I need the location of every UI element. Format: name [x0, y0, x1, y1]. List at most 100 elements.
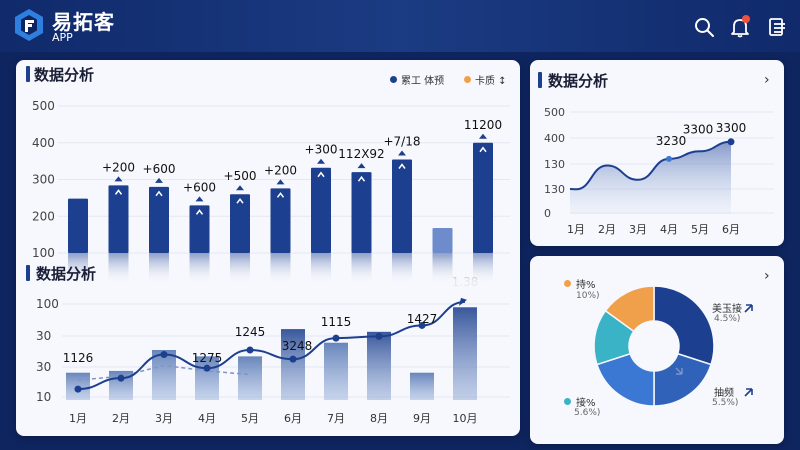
bar — [230, 194, 250, 253]
app-subtitle: APP — [52, 31, 73, 44]
data-point-label: 1245 — [235, 325, 266, 339]
bar — [453, 307, 477, 400]
bar — [189, 205, 210, 253]
bar — [473, 142, 493, 253]
data-point-label: 1427 — [407, 312, 438, 326]
line-point — [727, 138, 735, 146]
arrow-up-icon — [195, 196, 204, 202]
pie-label-value: 5.6%) — [574, 408, 601, 418]
pie-label-value: 5.5%) — [712, 398, 739, 408]
x-axis-label: 4月 — [198, 412, 216, 425]
bar-value-label: +600 — [143, 162, 176, 176]
line-point — [666, 155, 672, 162]
line-point — [375, 332, 383, 340]
x-axis-label: 4月 — [660, 223, 678, 236]
x-axis-label: 9月 — [413, 412, 431, 425]
bar — [392, 159, 412, 253]
bar-value-label: +200 — [264, 163, 297, 177]
x-axis-label: 10月 — [453, 412, 478, 425]
x-axis-label: 1月 — [69, 412, 87, 425]
arrow-up-right-icon — [744, 388, 753, 397]
bar — [311, 167, 331, 253]
bar-value-label: +200 — [102, 160, 135, 174]
search-icon[interactable] — [693, 16, 715, 38]
bar-value-label: +600 — [183, 180, 216, 194]
data-point-label: 3230 — [656, 134, 687, 148]
y-tick-label: 200 — [32, 209, 55, 223]
data-point-label: 3300 — [716, 121, 747, 135]
line-point — [246, 346, 254, 354]
data-point-label: 1275 — [192, 351, 223, 365]
pie-label-name: 抽频 — [714, 388, 734, 399]
arrow-up-icon — [398, 150, 406, 156]
bar-value-label: 11200 — [464, 118, 502, 132]
app-logo-icon — [15, 9, 43, 41]
trend-chart: 500400130130032303300 33001月 2月 3月 4月 5月 6月 — [544, 106, 774, 236]
title-accent-2 — [26, 265, 30, 281]
app-header: 易拓客 APP — [0, 0, 800, 52]
y-tick-label: 30 — [36, 329, 51, 343]
line-point — [74, 385, 82, 393]
bar — [149, 186, 169, 253]
line-point — [117, 374, 125, 382]
bar-value-label: +500 — [224, 169, 257, 183]
x-axis-label: 2月 — [598, 223, 616, 236]
pie-marker-teal — [564, 398, 571, 405]
x-axis-label: 5月 — [241, 412, 259, 425]
arrow-head-icon — [459, 297, 467, 306]
x-axis-label: 5月 — [691, 223, 709, 236]
menu-icon[interactable] — [766, 16, 788, 38]
pie-slice — [653, 285, 715, 366]
pie-label-name: 接% — [576, 398, 596, 409]
x-axis-label: 8月 — [370, 412, 388, 425]
y-tick-label: 0 — [544, 207, 551, 220]
arrow-up-icon — [114, 176, 123, 182]
trend-card: 数据分析 › 500 400 130 130 0 3230 3300 3300 1月 2月 3月 4月… — [530, 60, 784, 246]
arrow-up-icon — [357, 163, 366, 169]
arrow-up-icon — [276, 179, 285, 185]
line-point — [332, 334, 340, 342]
arrow-up-icon — [479, 133, 487, 139]
bar — [108, 185, 129, 253]
distribution-card: › 持% 10%) 美玉接 4.5%) 抽频 5.5%) 接% 5.6%) — [530, 256, 784, 444]
bar-value-label: +300 — [305, 143, 338, 157]
pie-slice — [653, 352, 713, 407]
y-tick-label: 30 — [36, 360, 51, 374]
bar — [367, 331, 391, 400]
x-axis-label: 6月 — [284, 412, 302, 425]
pie-label-name: 持% — [576, 280, 596, 291]
pie-label-name: 美玉接 — [712, 304, 742, 315]
x-axis-label: 2月 — [112, 412, 130, 425]
bar — [410, 372, 434, 400]
arrow-up-icon — [155, 177, 163, 183]
data-point-label: 1126 — [63, 351, 94, 365]
notification-badge — [742, 15, 750, 23]
main-analysis-card: 数据分析 累工 体预 卡质 ↕ 500 400 300 200 100 +200 +600 +… — [16, 60, 520, 436]
bar — [324, 342, 348, 400]
data-point-label: 1115 — [321, 315, 352, 329]
bar — [351, 172, 372, 253]
area-fill — [570, 141, 731, 214]
y-tick-label: 500 — [544, 106, 565, 119]
y-tick-label: 300 — [32, 173, 55, 187]
bar — [432, 228, 453, 253]
y-tick-label: 130 — [544, 183, 565, 196]
x-axis-label: 1月 — [567, 223, 585, 236]
main-charts: 500400300200100+200 +600+600+500 +200+300 1… — [32, 99, 510, 425]
bar — [270, 188, 291, 253]
bar — [68, 198, 88, 253]
data-point-label: 3248 — [282, 339, 313, 353]
line-point — [289, 355, 297, 363]
data-point-label: 3300 — [683, 122, 714, 136]
y-tick-label: 400 — [32, 136, 55, 150]
y-tick-label: 100 — [36, 297, 59, 311]
y-tick-label: 400 — [544, 132, 565, 145]
bar — [238, 356, 262, 400]
secondary-chart-title: 数据分析 — [36, 265, 97, 283]
y-tick-label: 130 — [544, 158, 565, 171]
x-axis-label: 6月 — [722, 223, 740, 236]
x-axis-label: 3月 — [155, 412, 173, 425]
bar-value-label: +7/18 — [383, 135, 420, 149]
line-point — [203, 364, 211, 372]
arrow-up-icon — [236, 185, 244, 191]
